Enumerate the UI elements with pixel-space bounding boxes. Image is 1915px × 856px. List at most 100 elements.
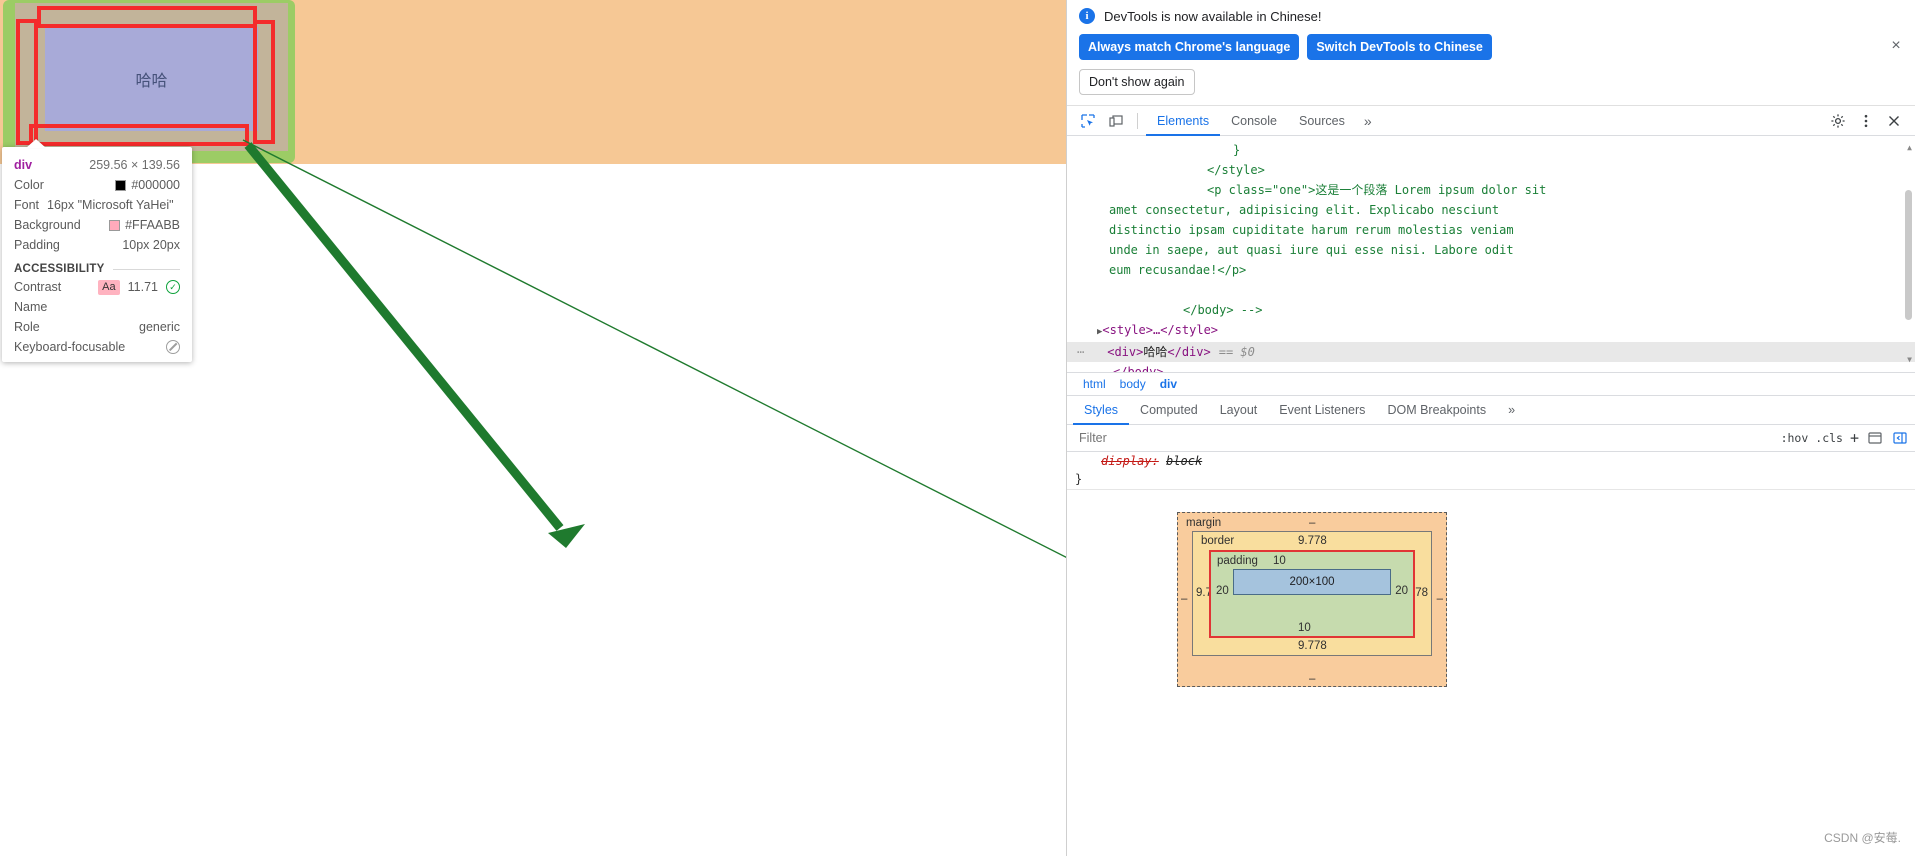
- style-declaration[interactable]: display: block: [1101, 452, 1915, 470]
- tooltip-name-key: Name: [14, 300, 48, 314]
- dom-line-text: <p class="one">这是一个段落 Lorem ipsum dolor …: [1207, 183, 1547, 197]
- padding-top-value[interactable]: 10: [1273, 555, 1286, 567]
- margin-left-value[interactable]: –: [1181, 593, 1187, 605]
- dom-div-open-tag: <div>: [1107, 345, 1144, 359]
- border-top-value[interactable]: 9.778: [1298, 535, 1327, 547]
- tooltip-background-row: Background #FFAABB: [14, 215, 180, 235]
- margin-bottom-value[interactable]: –: [1309, 673, 1315, 685]
- kebab-menu-icon[interactable]: [1853, 109, 1879, 133]
- tooltip-color-key: Color: [14, 178, 44, 192]
- tab-console[interactable]: Console: [1220, 106, 1288, 136]
- breadcrumb-item-body[interactable]: body: [1114, 377, 1152, 391]
- styles-more-tabs-icon[interactable]: »: [1497, 396, 1526, 425]
- box-model-margin[interactable]: margin – – – – border 9.778 9.778 9.778 …: [1177, 512, 1447, 687]
- breadcrumb-item-div[interactable]: div: [1154, 377, 1183, 391]
- tooltip-padding-key: Padding: [14, 238, 60, 252]
- tooltip-contrast-key: Contrast: [14, 280, 62, 294]
- padding-right-value[interactable]: 20: [1395, 585, 1408, 597]
- dom-line-text: unde in saepe, aut quasi iure qui esse n…: [1109, 243, 1514, 257]
- dom-line[interactable]: eum recusandae!</p>: [1067, 260, 1915, 280]
- contrast-pass-check-icon: ✓: [166, 280, 180, 294]
- accessibility-heading-label: ACCESSIBILITY: [14, 263, 105, 275]
- tooltip-role-row: Role generic: [14, 317, 180, 337]
- close-icon[interactable]: ×: [1887, 38, 1905, 56]
- annotation-rect-right: [253, 20, 275, 144]
- dom-line-body-close[interactable]: </body>: [1067, 362, 1915, 372]
- tooltip-tag-name: div: [14, 158, 33, 172]
- scroll-up-icon[interactable]: ▲: [1907, 138, 1912, 158]
- dom-line[interactable]: unde in saepe, aut quasi iure qui esse n…: [1067, 240, 1915, 260]
- dom-div-text: 哈哈: [1143, 345, 1168, 359]
- tooltip-color-row: Color #000000: [14, 175, 180, 195]
- tooltip-name-row: Name: [14, 297, 180, 317]
- device-toolbar-icon[interactable]: [1103, 109, 1129, 133]
- devtools-tab-list: Elements Console Sources »: [1146, 106, 1380, 136]
- tooltip-font-key: Font: [14, 198, 40, 212]
- box-model-content-size[interactable]: 200×100: [1233, 569, 1391, 595]
- dom-line[interactable]: </style>: [1067, 160, 1915, 180]
- padding-bottom-value[interactable]: 10: [1298, 622, 1311, 634]
- tooltip-background-value: #FFAABB: [125, 218, 180, 232]
- tab-dom-breakpoints[interactable]: DOM Breakpoints: [1376, 396, 1497, 425]
- padding-left-value[interactable]: 20: [1216, 585, 1229, 597]
- dom-line-text: </body>: [1113, 365, 1164, 372]
- box-model-padding[interactable]: padding 10 20 20 10 200×100: [1209, 550, 1415, 638]
- dom-line-selected-div[interactable]: ⋯ <div>哈哈</div> == $0: [1067, 342, 1915, 362]
- info-icon: i: [1079, 8, 1095, 24]
- contrast-aa-badge: Aa: [98, 279, 120, 295]
- always-match-language-button[interactable]: Always match Chrome's language: [1079, 34, 1300, 60]
- dont-show-again-button[interactable]: Don't show again: [1079, 69, 1195, 95]
- hov-toggle[interactable]: :hov: [1781, 431, 1809, 445]
- tab-computed[interactable]: Computed: [1129, 396, 1209, 425]
- margin-top-value[interactable]: –: [1309, 517, 1315, 529]
- style-rule-block[interactable]: display: block }: [1067, 452, 1915, 490]
- toolbar-right-actions: [1825, 109, 1915, 133]
- tooltip-color-value: #000000: [131, 178, 180, 192]
- computed-styles-icon[interactable]: [1866, 429, 1884, 447]
- margin-right-value[interactable]: –: [1437, 593, 1443, 605]
- dom-line-style-collapsed[interactable]: ▶<style>…</style>: [1067, 320, 1915, 342]
- dom-tree-scrollbar[interactable]: ▲ ▼: [1903, 138, 1914, 370]
- cls-toggle[interactable]: .cls: [1815, 431, 1843, 445]
- new-style-rule-icon[interactable]: +: [1850, 429, 1859, 447]
- tab-sources[interactable]: Sources: [1288, 106, 1356, 136]
- tooltip-keyboard-key: Keyboard-focusable: [14, 340, 126, 354]
- watermark: CSDN @安莓.: [1824, 831, 1901, 845]
- style-rule-closing-brace: }: [1075, 472, 1083, 486]
- tab-event-listeners[interactable]: Event Listeners: [1268, 396, 1376, 425]
- gear-icon[interactable]: [1825, 109, 1851, 133]
- dom-scroll-thumb[interactable]: [1905, 190, 1912, 320]
- dom-line-text: distinctio ipsam cupiditate harum rerum …: [1109, 223, 1514, 237]
- dom-div-close-tag: </div>: [1167, 345, 1211, 359]
- toggle-sidebar-icon[interactable]: [1891, 429, 1909, 447]
- dom-line[interactable]: }: [1067, 140, 1915, 160]
- annotation-rect-top: [37, 6, 257, 28]
- close-devtools-icon[interactable]: [1881, 109, 1907, 133]
- tooltip-font-value: 16px "Microsoft YaHei": [47, 198, 174, 212]
- line-more-icon[interactable]: ⋯: [1077, 345, 1085, 359]
- tooltip-dimensions: 259.56 × 139.56: [89, 158, 180, 172]
- dom-line[interactable]: </body> -->: [1067, 300, 1915, 320]
- tooltip-role-key: Role: [14, 320, 40, 334]
- breadcrumb-item-html[interactable]: html: [1077, 377, 1112, 391]
- tab-layout[interactable]: Layout: [1209, 396, 1269, 425]
- tooltip-font-row: Font 16px "Microsoft YaHei": [14, 195, 180, 215]
- box-model-border[interactable]: border 9.778 9.778 9.778 9.778 padding 1…: [1192, 531, 1432, 656]
- tooltip-contrast-value-wrap: Aa 11.71 ✓: [98, 279, 180, 295]
- dom-line-blank: [1067, 280, 1915, 300]
- screenshot-root: 哈哈 div 259.56 × 139.56 Color #000000 Fon…: [0, 0, 1915, 856]
- tab-styles[interactable]: Styles: [1073, 396, 1129, 425]
- border-bottom-value[interactable]: 9.778: [1298, 640, 1327, 652]
- dom-line[interactable]: distinctio ipsam cupiditate harum rerum …: [1067, 220, 1915, 240]
- dom-line[interactable]: amet consectetur, adipisicing elit. Expl…: [1067, 200, 1915, 220]
- tab-elements[interactable]: Elements: [1146, 106, 1220, 136]
- breadcrumb: html body div: [1067, 372, 1915, 396]
- inspect-element-icon[interactable]: [1075, 109, 1101, 133]
- switch-devtools-language-button[interactable]: Switch DevTools to Chinese: [1307, 34, 1492, 60]
- notice-message: DevTools is now available in Chinese!: [1104, 8, 1322, 24]
- dom-line[interactable]: <p class="one">这是一个段落 Lorem ipsum dolor …: [1067, 180, 1915, 200]
- filter-input[interactable]: [1077, 430, 1774, 446]
- scroll-down-icon[interactable]: ▼: [1907, 350, 1912, 370]
- dom-tree[interactable]: } </style> <p class="one">这是一个段落 Lorem i…: [1067, 136, 1915, 372]
- more-tabs-icon[interactable]: »: [1356, 106, 1380, 136]
